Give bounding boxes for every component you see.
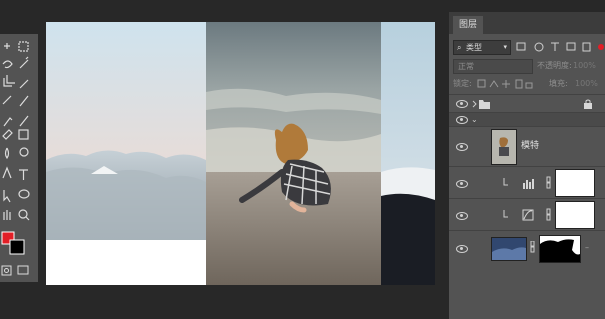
tools-icons (1, 41, 30, 276)
lock-icons (477, 79, 533, 89)
canvas-area (38, 0, 445, 319)
layer-thumbnail (491, 237, 527, 261)
panel-tabbar: 图层 (449, 12, 605, 34)
filter-kind-select[interactable]: ⌕ 类型 ▾ (453, 40, 511, 55)
hand-tool-icon[interactable] (3, 210, 11, 220)
shape-filter-icon[interactable] (566, 42, 576, 51)
lock-label: 锁定: (453, 79, 472, 88)
layer-row-levels[interactable] (449, 166, 605, 199)
lock-pixels-icon[interactable] (477, 79, 486, 88)
brush-tool-icon[interactable] (19, 95, 29, 107)
chevron-down-icon: ▾ (503, 43, 507, 51)
layer-thumbnail (491, 129, 517, 165)
dark-rock (381, 193, 435, 285)
layer-row-image[interactable]: – (449, 230, 605, 265)
filter-toggle-icon[interactable] (598, 44, 604, 50)
layer-name-dash: – (585, 243, 589, 252)
magic-wand-icon[interactable] (19, 56, 29, 69)
layer-mask-thumbnail[interactable] (539, 235, 581, 263)
visibility-eye-icon[interactable] (456, 245, 468, 253)
filter-kind-label: 类型 (466, 43, 482, 52)
lock-icon (584, 99, 592, 109)
dodge-tool-icon[interactable] (19, 147, 29, 157)
zoom-tool-icon[interactable] (18, 209, 30, 221)
layer-mask-thumbnail[interactable] (555, 169, 595, 197)
lock-artboard-icon[interactable] (515, 79, 523, 89)
eyedropper-icon[interactable] (19, 79, 29, 89)
fill-field[interactable]: 100% (575, 77, 598, 90)
levels-icon (523, 179, 534, 189)
smart-object-filter-icon[interactable] (582, 42, 591, 52)
chain-link-icon (546, 208, 551, 221)
visibility-eye-icon[interactable] (456, 212, 468, 220)
adjustment-icons (503, 176, 551, 189)
opacity-field[interactable]: 100% (573, 59, 596, 72)
ellipse-tool-icon[interactable] (18, 189, 30, 199)
layer-row-curves[interactable] (449, 198, 605, 231)
layer-row-group[interactable] (449, 94, 605, 113)
pixel-filter-icon[interactable] (516, 42, 526, 51)
chain-link-icon (546, 176, 551, 189)
lock-all-icon[interactable] (525, 82, 533, 89)
marquee-tool-icon[interactable] (18, 41, 29, 52)
healing-brush-icon[interactable] (2, 95, 12, 105)
chevron-down-icon[interactable]: ⌄ (471, 113, 478, 127)
move-tool-icon[interactable] (4, 43, 10, 49)
layers-panel: 图层 ⌕ 类型 ▾ 正常 不透明度: 100% 锁定: 填充: 100% ⌄ 模… (449, 12, 605, 319)
layer-row-inner-group[interactable]: ⌄ (449, 112, 605, 127)
clipping-arrow-icon (503, 210, 508, 218)
chevron-right-icon[interactable] (472, 100, 477, 108)
adjustment-icons (503, 208, 551, 221)
blend-mode-select[interactable]: 正常 (453, 59, 533, 74)
pen-tool-icon[interactable] (2, 166, 12, 179)
blank-area (46, 240, 206, 285)
curves-icon (522, 209, 534, 221)
background-color-swatch[interactable] (9, 239, 25, 255)
lock-position-icon[interactable] (502, 80, 510, 88)
visibility-eye-icon[interactable] (456, 100, 468, 108)
blend-mode-value: 正常 (458, 62, 474, 71)
composite-image (46, 22, 435, 285)
clipping-arrow-icon (503, 178, 508, 186)
visibility-eye-icon[interactable] (456, 143, 468, 151)
tools-panel (0, 34, 38, 282)
document-canvas[interactable] (46, 22, 435, 285)
path-selection-icon[interactable] (3, 190, 11, 203)
screen-mode-icon[interactable] (17, 265, 29, 275)
chain-link-icon (530, 241, 535, 253)
lock-row: 锁定: 填充: 100% (449, 76, 605, 92)
tab-layers[interactable]: 图层 (453, 16, 484, 34)
layer-mask-thumbnail[interactable] (555, 201, 595, 229)
filter-icons (516, 42, 604, 52)
blend-row: 正常 不透明度: 100% (449, 58, 605, 74)
clone-stamp-icon[interactable] (3, 117, 13, 127)
visibility-eye-icon[interactable] (456, 180, 468, 188)
crop-tool-icon[interactable] (3, 75, 15, 87)
layer-row-model[interactable]: 模特 (449, 126, 605, 167)
adjustment-filter-icon[interactable] (534, 42, 544, 52)
type-tool-icon[interactable] (19, 169, 28, 180)
group-icons (472, 100, 490, 109)
quick-mask-icon[interactable] (1, 265, 12, 276)
filter-row: ⌕ 类型 ▾ (449, 38, 605, 56)
folder-icon (479, 100, 490, 109)
visibility-eye-icon[interactable] (456, 116, 468, 124)
opacity-label: 不透明度: (537, 61, 572, 70)
lasso-tool-icon[interactable] (2, 60, 13, 69)
layer-name-model: 模特 (521, 141, 540, 151)
type-filter-icon[interactable] (551, 42, 559, 51)
lock-image-icon[interactable] (489, 80, 499, 88)
blur-tool-icon[interactable] (4, 147, 10, 160)
fill-label: 填充: (549, 79, 568, 88)
gradient-tool-icon[interactable] (18, 129, 29, 140)
history-brush-icon[interactable] (19, 115, 29, 127)
filter-search-icon: ⌕ (457, 43, 462, 52)
eraser-tool-icon[interactable] (2, 129, 13, 140)
